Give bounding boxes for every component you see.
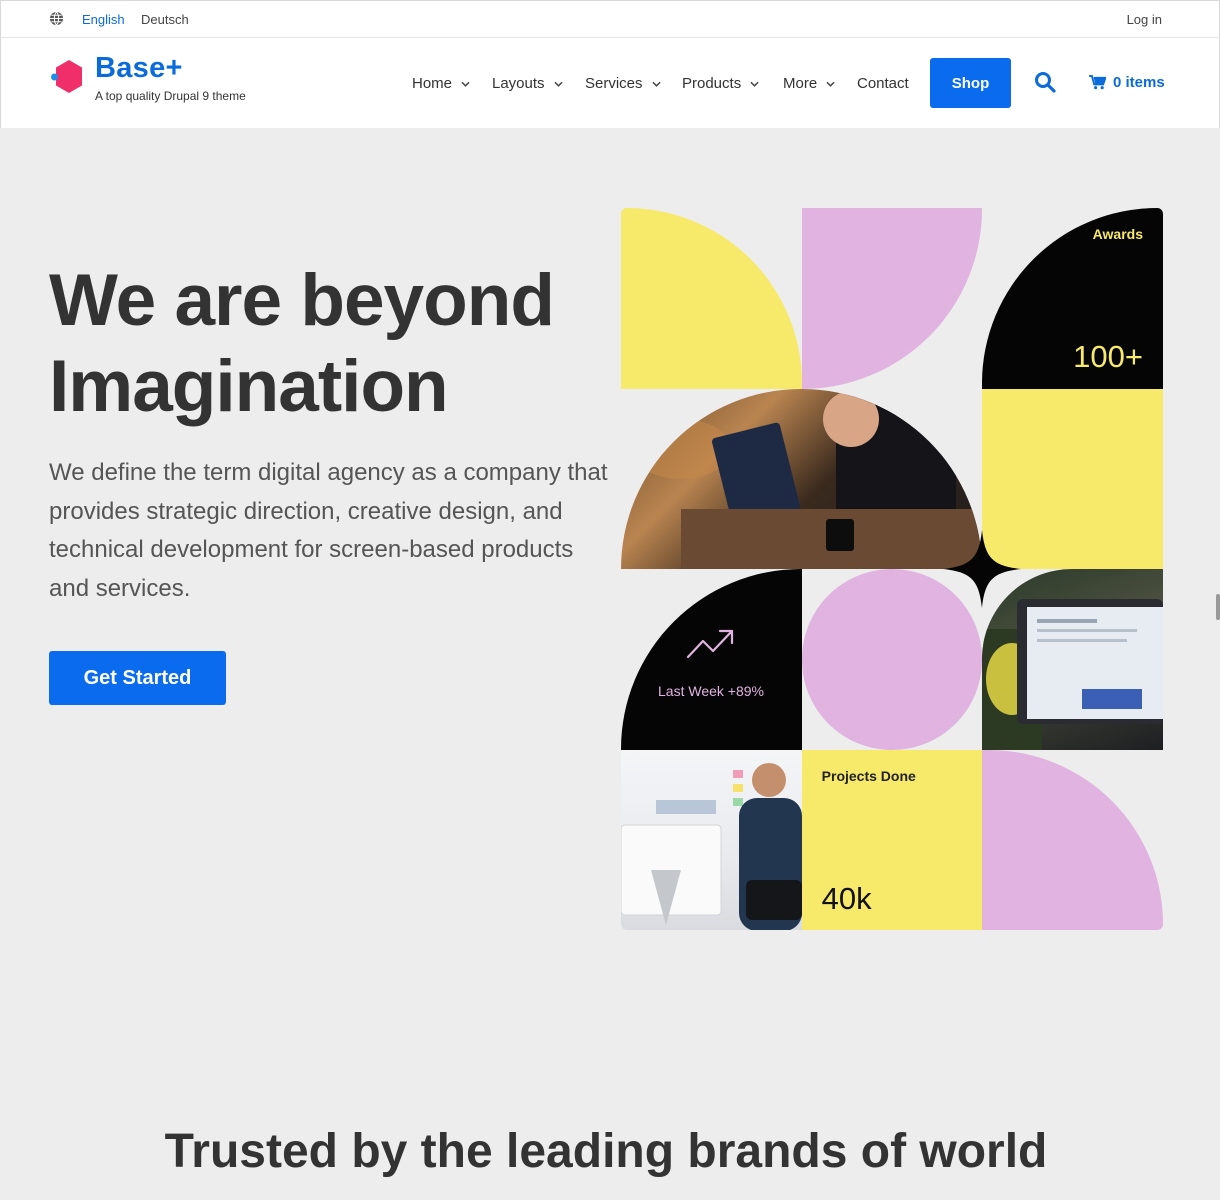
presenter-image (621, 762, 802, 930)
awards-tile: Awards 100+ (982, 208, 1163, 389)
chevron-down-icon (461, 81, 470, 87)
nav-item-services[interactable]: Services (585, 75, 661, 92)
nav-item-products[interactable]: Products (682, 75, 759, 92)
projects-done-tile: Projects Done 40k (801, 749, 983, 930)
site-name[interactable]: Base+ (95, 52, 183, 85)
hero-mosaic: Awards 100+ Last Week +89% Projects Done… (621, 208, 1163, 930)
cart-count: 0 items (1113, 74, 1165, 91)
awards-value: 100+ (1073, 339, 1143, 374)
shop-button[interactable]: Shop (930, 58, 1011, 108)
chevron-down-icon (553, 81, 563, 87)
trending-up-icon (686, 629, 734, 659)
nav-item-layouts[interactable]: Layouts (492, 75, 563, 92)
globe-icon (49, 11, 64, 26)
login-link[interactable]: Log in (1127, 12, 1162, 27)
reading-photo (621, 388, 983, 569)
get-started-button[interactable]: Get Started (49, 651, 226, 705)
reading-person-image (631, 388, 983, 569)
pink-shape-tile (801, 208, 983, 389)
projects-value: 40k (821, 880, 872, 916)
last-week-tile: Last Week +89% (621, 569, 802, 750)
logo-icon[interactable] (50, 58, 84, 96)
chevron-down-icon (750, 81, 759, 87)
hero-title: We are beyond Imagination (49, 258, 609, 430)
nav-label: Home (412, 75, 453, 92)
site-header: Base+ A top quality Drupal 9 theme Home … (0, 38, 1220, 128)
cart-icon (1089, 75, 1106, 90)
projects-label: Projects Done (821, 767, 916, 784)
nav-item-more[interactable]: More (783, 75, 835, 92)
awards-label: Awards (1092, 226, 1143, 242)
hero-title-line2: Imagination (49, 346, 449, 427)
hero-description: We define the term digital agency as a c… (49, 459, 608, 602)
nav-label: More (783, 75, 818, 92)
scrollbar-thumb[interactable] (1216, 594, 1220, 620)
chevron-down-icon (651, 81, 661, 87)
last-week-label: Last Week +89% (658, 683, 764, 699)
search-icon[interactable] (1034, 71, 1056, 93)
chevron-down-icon (826, 81, 835, 87)
language-english-link[interactable]: English (82, 12, 125, 27)
nav-label: Services (585, 75, 643, 92)
nav-label: Layouts (492, 75, 545, 92)
nav-item-home[interactable]: Home (412, 75, 470, 92)
office-photo (621, 749, 802, 930)
sparkle-icon (943, 530, 1021, 608)
top-bar: English Deutsch Log in (0, 0, 1220, 38)
site-slogan: A top quality Drupal 9 theme (95, 89, 246, 103)
hero-title-line1: We are beyond (49, 260, 555, 341)
yellow-shape-tile (621, 208, 802, 389)
cart-link[interactable]: 0 items (1089, 74, 1165, 91)
nav-label: Contact (857, 75, 909, 92)
language-deutsch-link[interactable]: Deutsch (141, 12, 189, 27)
nav-label: Products (682, 75, 742, 92)
pink-shape-tile (982, 749, 1163, 930)
nav-item-contact[interactable]: Contact (857, 75, 909, 92)
trusted-brands-heading: Trusted by the leading brands of world (164, 1125, 1048, 1178)
